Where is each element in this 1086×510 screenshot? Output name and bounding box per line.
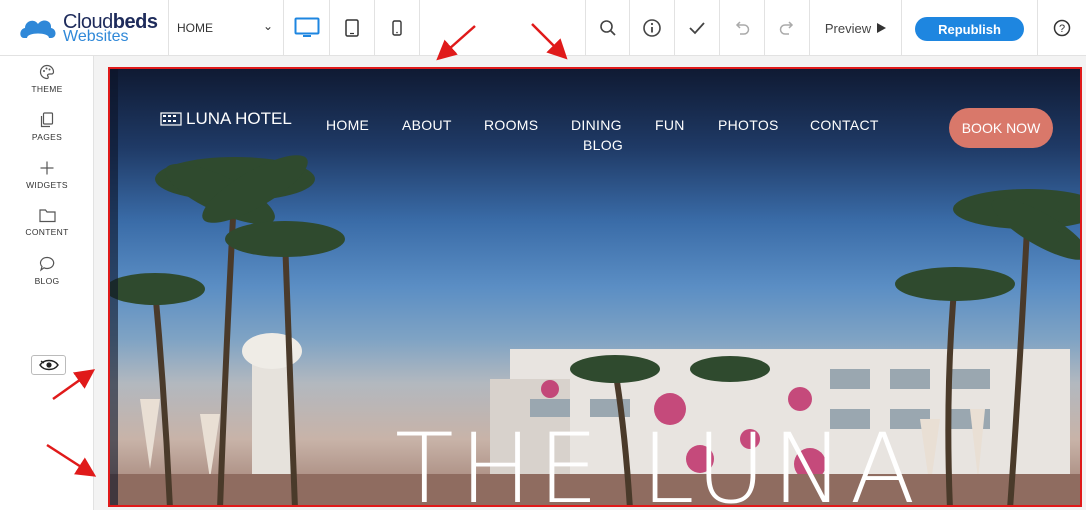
check-icon <box>689 22 705 35</box>
sidebar-item-label: PAGES <box>31 132 63 142</box>
nav-home[interactable]: HOME <box>326 117 369 133</box>
nav-dining[interactable]: DINING <box>571 117 622 133</box>
nav-blog[interactable]: BLOG <box>583 137 623 153</box>
check-button[interactable] <box>675 0 720 56</box>
hero-section[interactable]: LUNA HOTEL HOME ABOUT ROOMS DINING FUN P… <box>108 67 1082 507</box>
sidebar-item-widgets[interactable]: WIDGETS <box>0 160 94 204</box>
play-icon <box>877 23 887 33</box>
help-button[interactable]: ? <box>1037 0 1086 56</box>
sidebar-item-content[interactable]: CONTENT <box>0 208 94 252</box>
help-icon: ? <box>1053 19 1071 37</box>
page-select-value: HOME <box>177 21 213 35</box>
sidebar-item-label: CONTENT <box>25 227 69 237</box>
cloud-logo-icon <box>20 20 56 38</box>
sidebar-item-label: THEME <box>31 84 63 94</box>
hotel-logo[interactable]: LUNA HOTEL <box>160 109 292 129</box>
nav-rooms[interactable]: ROOMS <box>484 117 538 133</box>
nav-about[interactable]: ABOUT <box>402 117 452 133</box>
tablet-icon <box>345 19 359 37</box>
editor-sidebar: THEME PAGES WIDGETS CONTENT BLOG <box>0 56 94 510</box>
sidebar-item-label: BLOG <box>34 276 60 286</box>
device-desktop-button[interactable] <box>285 0 330 56</box>
mobile-icon <box>392 20 402 36</box>
undo-button[interactable] <box>720 0 765 56</box>
plus-icon <box>40 161 54 175</box>
page-select[interactable]: HOME ⌄ <box>168 0 284 56</box>
svg-text:?: ? <box>1059 23 1065 35</box>
redo-icon <box>779 21 794 35</box>
device-mobile-button[interactable] <box>375 0 420 56</box>
preview-button[interactable]: Preview <box>810 0 902 56</box>
book-now-button[interactable]: BOOK NOW <box>949 108 1053 148</box>
folder-icon <box>38 209 56 223</box>
desktop-icon <box>294 17 320 37</box>
visibility-toggle-button[interactable] <box>31 355 66 375</box>
hotel-name: LUNA HOTEL <box>186 109 292 128</box>
chevron-down-icon: ⌄ <box>262 19 273 33</box>
top-toolbar: Cloudbeds Websites HOME ⌄ Preview Republ… <box>0 0 1086 56</box>
sidebar-item-theme[interactable]: THEME <box>0 64 94 108</box>
info-icon <box>643 19 661 37</box>
palette-icon <box>39 64 55 80</box>
hotel-building-icon <box>160 112 182 126</box>
search-button[interactable] <box>585 0 630 56</box>
sidebar-item-label: WIDGETS <box>26 180 68 190</box>
pages-icon <box>40 112 54 128</box>
undo-icon <box>735 21 750 35</box>
nav-fun[interactable]: FUN <box>655 117 685 133</box>
info-button[interactable] <box>630 0 675 56</box>
cloudbeds-logo[interactable]: Cloudbeds Websites <box>18 10 163 46</box>
device-tablet-button[interactable] <box>330 0 375 56</box>
nav-contact[interactable]: CONTACT <box>810 117 879 133</box>
republish-button[interactable]: Republish <box>915 17 1024 41</box>
chat-icon <box>39 256 54 272</box>
sidebar-item-pages[interactable]: PAGES <box>0 112 94 156</box>
preview-label: Preview <box>824 20 872 36</box>
hero-title: THE LUNA <box>395 413 922 507</box>
eye-icon <box>38 359 59 371</box>
brand-subtitle: Websites <box>63 28 129 45</box>
sidebar-item-blog[interactable]: BLOG <box>0 256 94 300</box>
nav-photos[interactable]: PHOTOS <box>718 117 779 133</box>
search-icon <box>599 20 616 36</box>
redo-button[interactable] <box>765 0 810 56</box>
